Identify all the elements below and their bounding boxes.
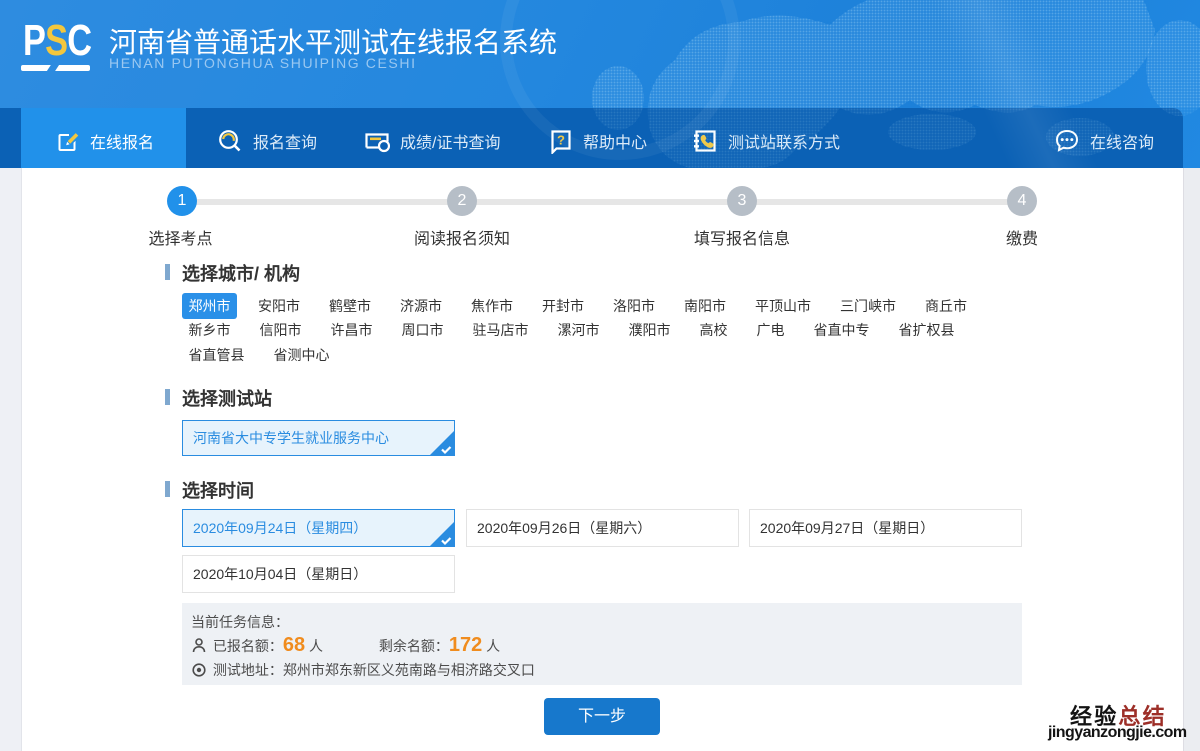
svg-text:?: ?	[557, 132, 565, 147]
